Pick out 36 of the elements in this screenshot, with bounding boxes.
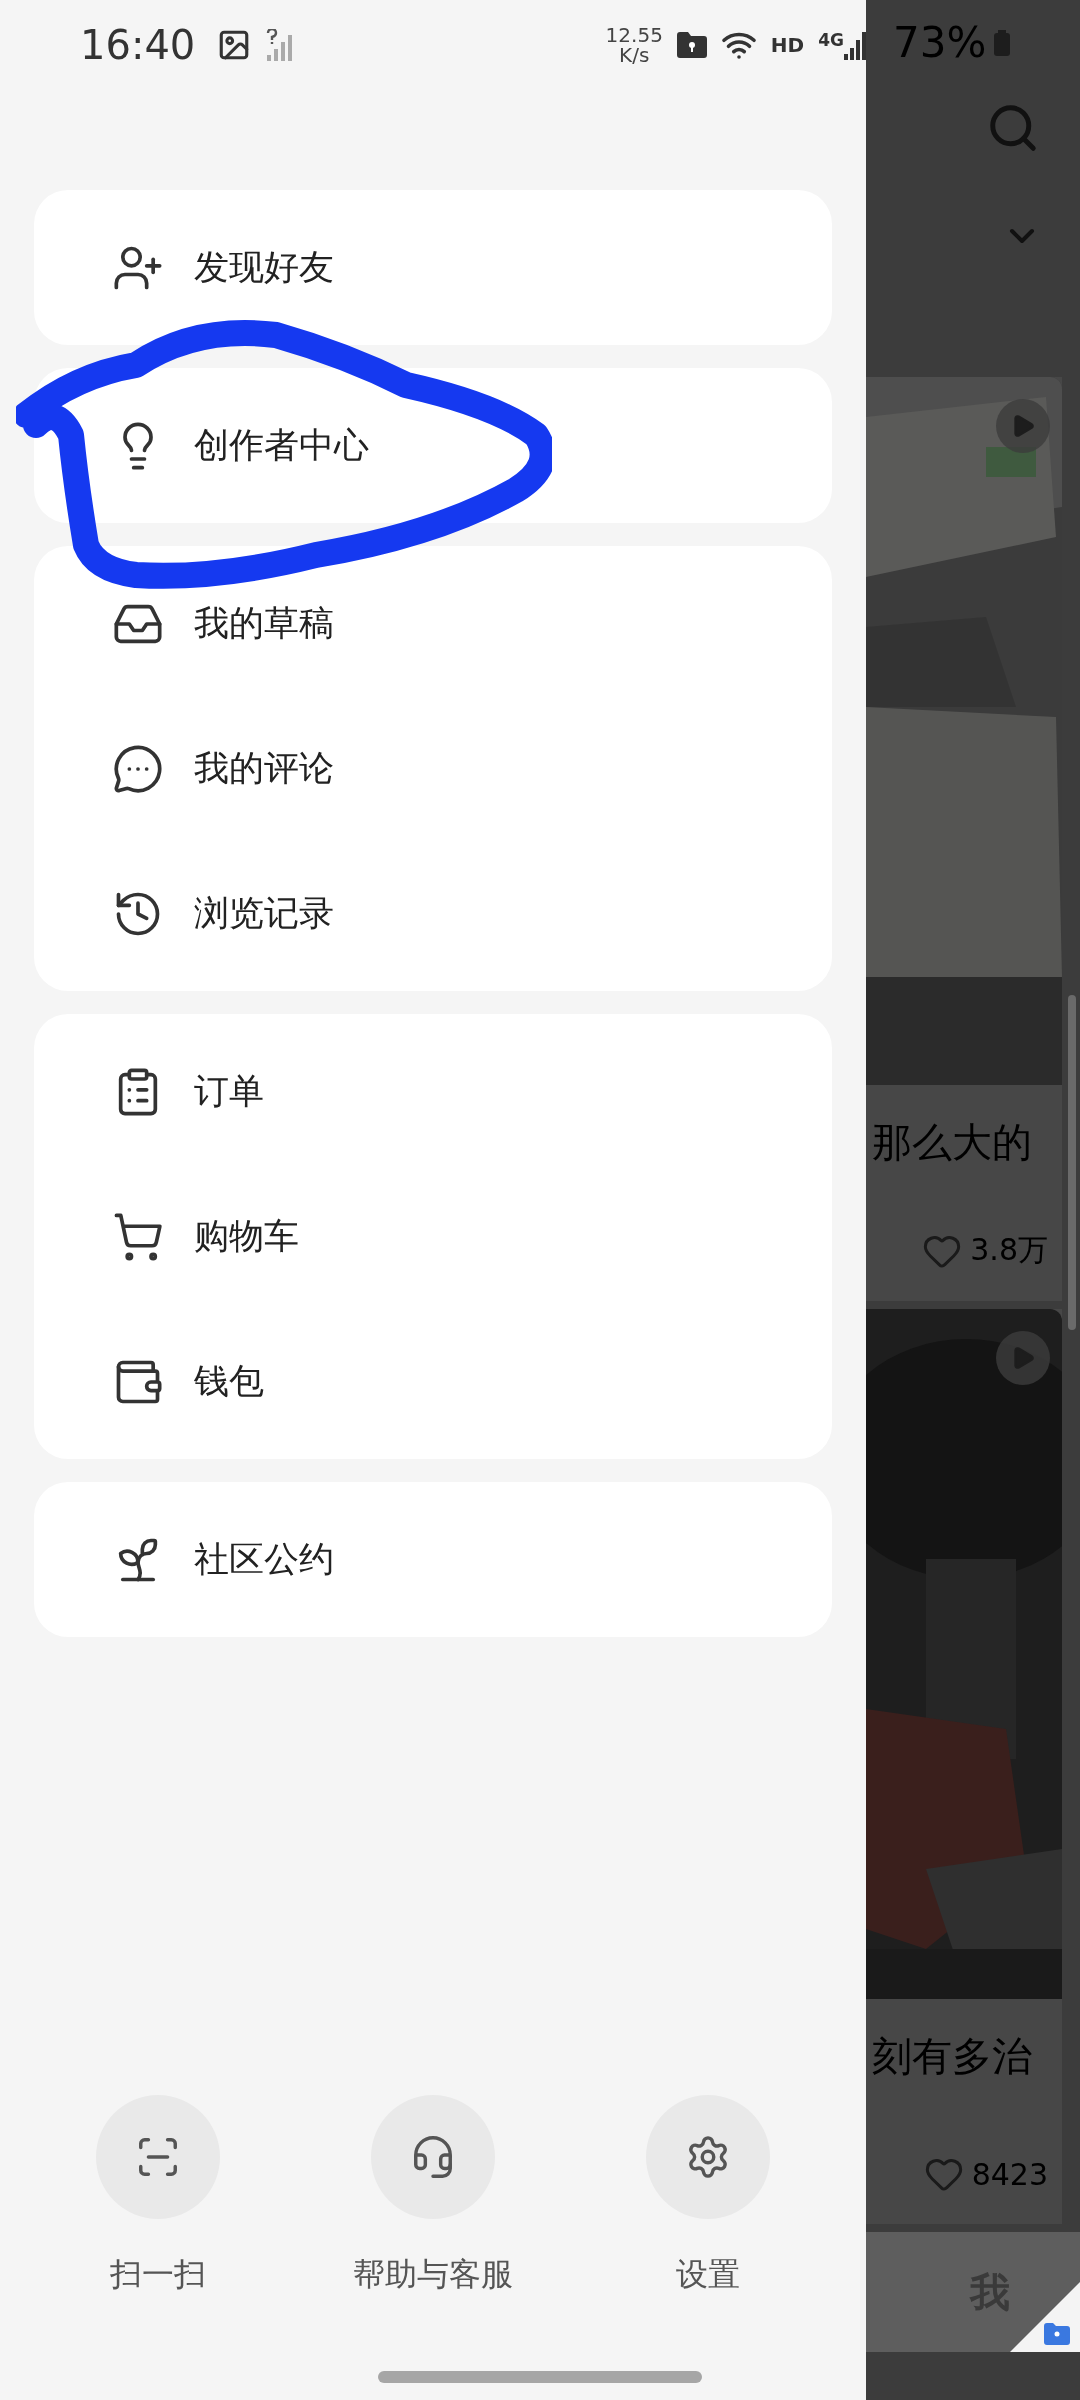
post-title: 那么大的 <box>871 1118 1033 1168</box>
folder-lock-icon <box>676 32 707 58</box>
hd-label: HD <box>770 33 805 57</box>
menu-item[interactable]: 订单 <box>34 1019 832 1164</box>
menu-item-label: 钱包 <box>194 1360 264 1403</box>
action-label: 设置 <box>676 2254 741 2295</box>
network-type: 4G <box>818 30 844 50</box>
action-label: 帮助与客服 <box>353 2254 513 2295</box>
network-speed-unit: K/s <box>619 45 650 65</box>
home-indicator[interactable] <box>378 2371 702 2383</box>
menu-item[interactable]: 浏览记录 <box>34 841 832 986</box>
battery-level: 73% <box>893 18 987 68</box>
menu-item-label: 购物车 <box>194 1215 299 1258</box>
menu-item-label: 订单 <box>194 1070 264 1113</box>
menu-item[interactable]: 我的草稿 <box>34 551 832 696</box>
like-count: 8423 <box>971 2156 1048 2192</box>
menu-item-label: 我的草稿 <box>194 602 334 645</box>
network-speed: 12.55 <box>605 25 663 45</box>
status-time: 16:40 <box>80 22 196 68</box>
menu-item[interactable]: 我的评论 <box>34 696 832 841</box>
chat-bubble-icon <box>112 742 164 795</box>
action-label: 扫一扫 <box>109 2254 206 2295</box>
menu-item[interactable]: 社区公约 <box>34 1487 832 1632</box>
menu-item-label: 创作者中心 <box>194 424 369 467</box>
menu-item[interactable]: 创作者中心 <box>34 373 832 518</box>
battery-icon <box>994 29 1011 56</box>
menu-item-label: 发现好友 <box>194 246 334 289</box>
menu-item[interactable]: 钱包 <box>34 1309 832 1454</box>
menu-item[interactable]: 购物车 <box>34 1164 832 1309</box>
like-count: 3.8万 <box>970 1231 1048 1270</box>
menu-item-label: 浏览记录 <box>194 892 334 935</box>
menu-item-label: 社区公约 <box>194 1538 334 1581</box>
post-title: 刻有多治 <box>871 2032 1033 2082</box>
menu-item[interactable]: 发现好友 <box>34 195 832 340</box>
folder-lock-corner-icon <box>1010 2282 1080 2352</box>
menu-item-label: 我的评论 <box>194 747 334 790</box>
